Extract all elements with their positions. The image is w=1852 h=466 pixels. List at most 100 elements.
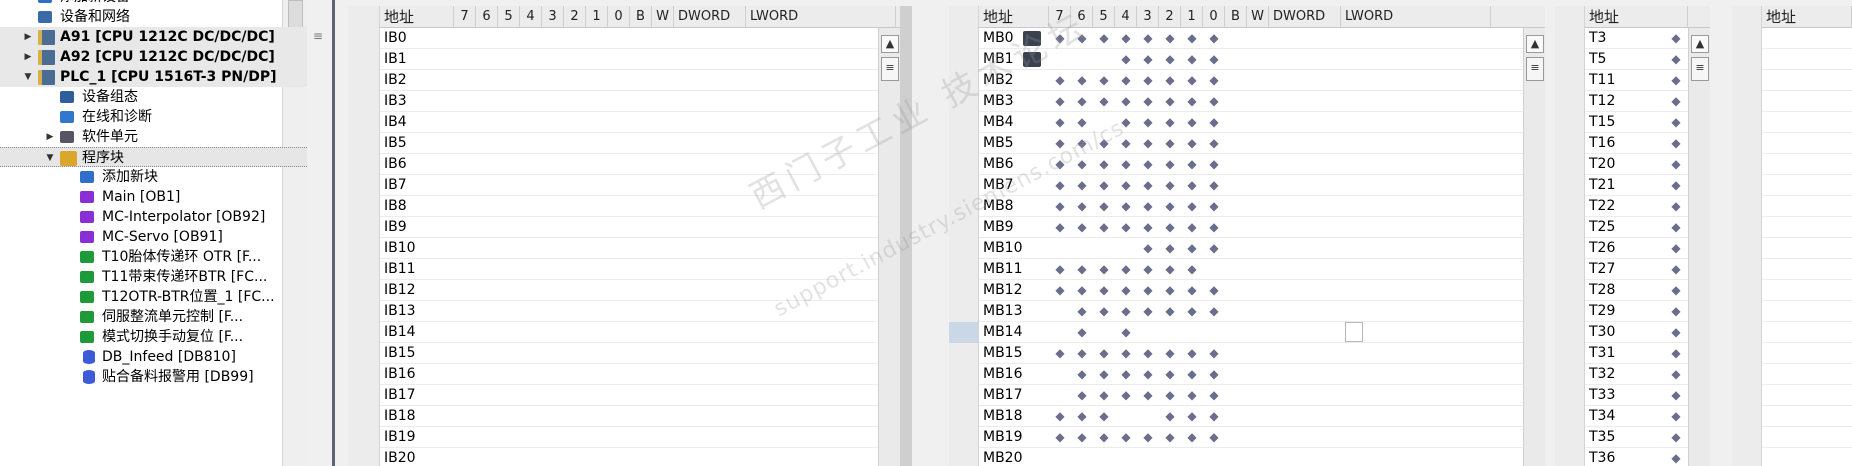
table-row[interactable]: T25 ◆ <box>1555 217 1710 238</box>
address-cell[interactable]: T30 <box>1589 322 1615 343</box>
header-bit-4[interactable]: 4 <box>520 6 542 28</box>
address-cell[interactable]: MB6 <box>983 154 1014 175</box>
address-cell[interactable]: IB8 <box>384 196 407 217</box>
row-selector[interactable] <box>348 259 380 280</box>
used-bit-marker-icon[interactable]: ◆ <box>1049 112 1071 133</box>
used-bit-marker-icon[interactable]: ◆ <box>1049 196 1071 217</box>
used-bit-marker-icon[interactable]: ◆ <box>1093 301 1115 322</box>
expand-arrow-icon[interactable]: ▶ <box>22 27 34 47</box>
used-bit-marker-icon[interactable]: ◆ <box>1071 280 1093 301</box>
row-selector[interactable] <box>949 217 979 238</box>
used-bit-marker-icon[interactable]: ◆ <box>1137 301 1159 322</box>
table-row[interactable]: T15 ◆ <box>1555 112 1710 133</box>
used-bit-marker-icon[interactable]: ◆ <box>1137 28 1159 49</box>
used-bit-marker-icon[interactable]: ◆ <box>1137 133 1159 154</box>
header-bit-3[interactable]: 3 <box>1137 6 1159 28</box>
address-cell[interactable]: IB10 <box>384 238 416 259</box>
table-row[interactable]: T36 ◆ <box>1555 448 1710 466</box>
used-bit-marker-icon[interactable]: ◆ <box>1203 154 1225 175</box>
used-bit-marker-icon[interactable]: ◆ <box>1115 133 1137 154</box>
used-bit-marker-icon[interactable]: ◆ <box>1159 301 1181 322</box>
used-bit-marker-icon[interactable]: ◆ <box>1071 364 1093 385</box>
row-selector[interactable] <box>1555 364 1585 385</box>
used-bit-marker-icon[interactable]: ◆ <box>1137 427 1159 448</box>
row-selector[interactable] <box>1732 238 1762 259</box>
used-bit-marker-icon[interactable]: ◆ <box>1071 385 1093 406</box>
used-bit-marker-icon[interactable]: ◆ <box>1137 91 1159 112</box>
row-selector[interactable] <box>949 427 979 448</box>
table-row[interactable]: MB18 ◆ ◆ ◆ ◆ ◆ ◆ <box>949 406 1545 427</box>
used-bit-marker-icon[interactable]: ◆ <box>1071 301 1093 322</box>
table-row[interactable] <box>1732 448 1852 466</box>
used-bit-marker-icon[interactable]: ◆ <box>1159 196 1181 217</box>
header-bit-w[interactable]: W <box>1247 6 1269 28</box>
used-bit-marker-icon[interactable]: ◆ <box>1137 49 1159 70</box>
table-row[interactable] <box>1732 133 1852 154</box>
table-row[interactable] <box>1732 280 1852 301</box>
table-row[interactable]: MB4 ◆ ◆ ◆ ◆ ◆ ◆ ◆ <box>949 112 1545 133</box>
used-bit-marker-icon[interactable]: ◆ <box>1071 217 1093 238</box>
used-timer-marker-icon[interactable]: ◆ <box>1665 112 1687 133</box>
address-cell[interactable]: T11 <box>1589 70 1615 91</box>
used-bit-marker-icon[interactable]: ◆ <box>1203 427 1225 448</box>
tree-item[interactable]: MC-Interpolator [OB92] <box>0 207 307 227</box>
used-bit-marker-icon[interactable]: ◆ <box>1159 154 1181 175</box>
address-cell[interactable]: IB14 <box>384 322 416 343</box>
used-bit-marker-icon[interactable]: ◆ <box>1181 280 1203 301</box>
table-row[interactable] <box>1732 385 1852 406</box>
vertical-scrollbar[interactable]: ▲ ≡ <box>1688 28 1710 466</box>
row-selector[interactable] <box>949 70 979 91</box>
used-bit-marker-icon[interactable]: ◆ <box>1115 259 1137 280</box>
table-row[interactable]: T3 ◆ <box>1555 28 1710 49</box>
used-bit-marker-icon[interactable]: ◆ <box>1049 91 1071 112</box>
used-bit-marker-icon[interactable]: ◆ <box>1071 133 1093 154</box>
used-bit-marker-icon[interactable]: ◆ <box>1137 238 1159 259</box>
used-bit-marker-icon[interactable]: ◆ <box>1159 175 1181 196</box>
used-bit-marker-icon[interactable]: ◆ <box>1203 385 1225 406</box>
used-bit-marker-icon[interactable]: ◆ <box>1181 364 1203 385</box>
used-bit-marker-icon[interactable]: ◆ <box>1159 406 1181 427</box>
tree-item[interactable]: T10胎体传递环 OTR [F... <box>0 247 307 267</box>
address-cell[interactable]: MB12 <box>983 280 1023 301</box>
used-timer-marker-icon[interactable]: ◆ <box>1665 49 1687 70</box>
tree-item[interactable]: T11带束传递环BTR [FC... <box>0 267 307 287</box>
used-timer-marker-icon[interactable]: ◆ <box>1665 364 1687 385</box>
table-row[interactable] <box>1732 301 1852 322</box>
table-row[interactable]: T22 ◆ <box>1555 196 1710 217</box>
used-bit-marker-icon[interactable]: ◆ <box>1181 238 1203 259</box>
address-cell[interactable]: MB15 <box>983 343 1023 364</box>
used-bit-marker-icon[interactable]: ◆ <box>1093 28 1115 49</box>
tree-item[interactable]: DB_Infeed [DB810] <box>0 347 307 367</box>
used-timer-marker-icon[interactable]: ◆ <box>1665 196 1687 217</box>
row-selector[interactable] <box>1732 49 1762 70</box>
address-cell[interactable]: T28 <box>1589 280 1615 301</box>
used-bit-marker-icon[interactable]: ◆ <box>1049 259 1071 280</box>
used-bit-marker-icon[interactable]: ◆ <box>1093 259 1115 280</box>
address-cell[interactable]: MB5 <box>983 133 1014 154</box>
tree-item[interactable]: 在线和诊断 <box>0 107 307 127</box>
address-cell[interactable]: MB17 <box>983 385 1023 406</box>
table-row[interactable]: T5 ◆ <box>1555 49 1710 70</box>
row-selector[interactable] <box>1555 28 1585 49</box>
scroll-thumb-grip[interactable]: ≡ <box>881 57 899 81</box>
address-cell[interactable]: T25 <box>1589 217 1615 238</box>
address-cell[interactable]: MB18 <box>983 406 1023 427</box>
address-cell[interactable]: T16 <box>1589 133 1615 154</box>
address-cell[interactable]: MB9 <box>983 217 1014 238</box>
used-bit-marker-icon[interactable]: ◆ <box>1071 112 1093 133</box>
used-bit-marker-icon[interactable]: ◆ <box>1071 259 1093 280</box>
address-cell[interactable]: IB2 <box>384 70 407 91</box>
row-selector[interactable] <box>348 196 380 217</box>
row-selector[interactable] <box>348 91 380 112</box>
scroll-thumb-grip[interactable]: ≡ <box>1526 57 1544 81</box>
table-row[interactable] <box>1732 406 1852 427</box>
tree-item[interactable]: ▼ PLC_1 [CPU 1516T-3 PN/DP] <box>0 67 307 87</box>
used-bit-marker-icon[interactable]: ◆ <box>1137 175 1159 196</box>
table-row[interactable]: IB10 <box>348 238 900 259</box>
row-selector[interactable] <box>949 385 979 406</box>
table-row[interactable] <box>1732 112 1852 133</box>
used-bit-marker-icon[interactable]: ◆ <box>1159 217 1181 238</box>
used-bit-marker-icon[interactable]: ◆ <box>1115 112 1137 133</box>
row-selector[interactable] <box>1555 217 1585 238</box>
header-bit-b[interactable]: B <box>1225 6 1247 28</box>
